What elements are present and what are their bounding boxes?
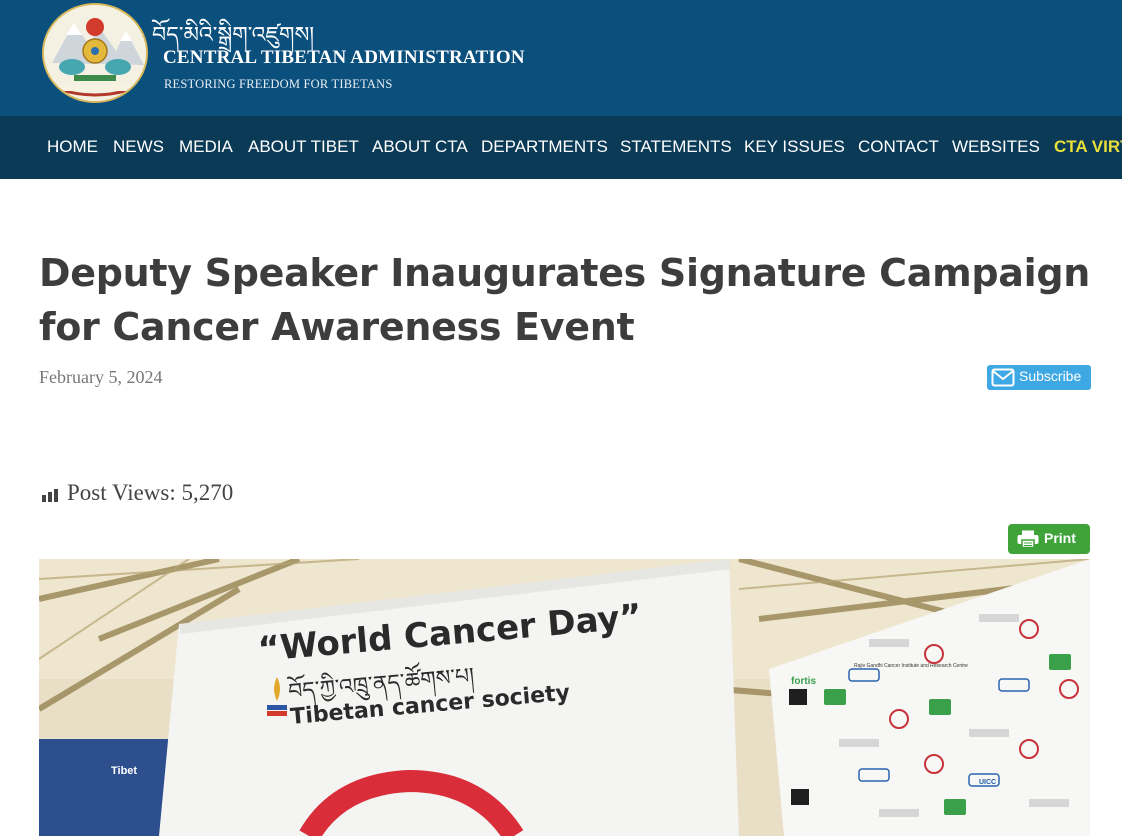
nav-item-about-cta[interactable]: ABOUT CTA: [372, 137, 468, 157]
nav-item-websites[interactable]: WEBSITES: [952, 137, 1040, 157]
nav-item-statements[interactable]: STATEMENTS: [620, 137, 732, 157]
org-tagline: RESTORING FREEDOM FOR TIBETANS: [164, 77, 393, 91]
backdrop-badge-text: UICC: [979, 779, 996, 786]
article-date: February 5, 2024: [39, 367, 163, 387]
nav-item-contact[interactable]: CONTACT: [858, 137, 939, 157]
nav-item-cta-virtual[interactable]: CTA VIRT: [1054, 137, 1122, 157]
post-views: Post Views: 5,270: [41, 480, 233, 508]
nav-item-news[interactable]: NEWS: [113, 137, 164, 157]
subscribe-button[interactable]: Subscribe: [987, 365, 1091, 390]
printer-icon: [1017, 530, 1039, 551]
nav-item-home[interactable]: HOME: [47, 137, 98, 157]
article-photo: Tibet “World Cancer Day” བོད་ཀྱི་འཁྲུ་ནད…: [39, 559, 1090, 836]
envelope-icon: [991, 368, 1015, 390]
nav-item-key-issues[interactable]: KEY ISSUES: [744, 137, 845, 157]
article-title: Deputy Speaker Inaugurates Signature Cam…: [39, 251, 1091, 349]
nav-item-media[interactable]: MEDIA: [179, 137, 233, 157]
backdrop-institute-text: Rajiv Gandhi Cancer Institute and Resear…: [854, 663, 968, 669]
left-banner-text: Tibet: [111, 765, 137, 777]
print-label: Print: [1044, 530, 1076, 546]
nav-item-about-tibet[interactable]: ABOUT TIBET: [248, 137, 359, 157]
org-name[interactable]: CENTRAL TIBETAN ADMINISTRATION: [163, 47, 525, 69]
site-header: བོད་མིའི་སྒྲིག་འཛུགས། CENTRAL TIBETAN AD…: [0, 0, 1122, 116]
nav-item-departments[interactable]: DEPARTMENTS: [481, 137, 608, 157]
cta-emblem-logo[interactable]: [42, 3, 148, 103]
bar-chart-icon: [41, 482, 59, 508]
post-views-label: Post Views: 5,270: [67, 480, 234, 505]
main-nav: HOME NEWS MEDIA ABOUT TIBET ABOUT CTA DE…: [0, 116, 1122, 179]
print-button[interactable]: Print: [1008, 524, 1090, 554]
backdrop-logo-text: fortis: [791, 676, 816, 687]
subscribe-label: Subscribe: [1019, 368, 1082, 384]
